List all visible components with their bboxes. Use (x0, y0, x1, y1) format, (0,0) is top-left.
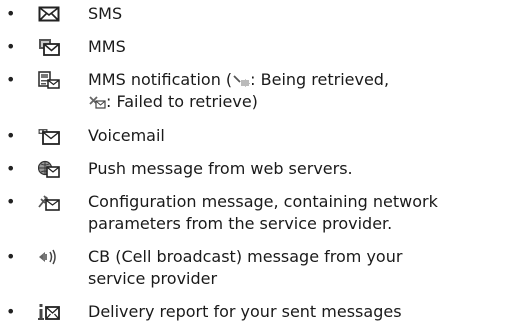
delivery-report-icon (38, 303, 60, 321)
failed-label: : Failed to retrieve) (106, 92, 258, 111)
list-item-cell-broadcast: • CB (Cell broadcast) message from your … (0, 246, 506, 290)
list-item-mms-notification: • MMS notification ( : Being retrieved, :… (0, 69, 506, 113)
list-item-text: Push message from web servers. (88, 159, 353, 178)
list-item-line-2: parameters from the service provider. (88, 214, 393, 233)
list-item-text: SMS (88, 4, 123, 23)
list-item-line-1: Configuration message, containing networ… (88, 192, 438, 211)
failed-retrieve-icon (88, 95, 106, 109)
bullet: • (6, 4, 16, 23)
bullet: • (6, 70, 16, 89)
list-item-sms: • SMS (0, 3, 506, 25)
list-item-configuration-message: • Configuration message, containing netw… (0, 191, 506, 235)
bullet: • (6, 247, 16, 266)
cell-broadcast-icon (38, 248, 60, 266)
list-item-text-before: MMS notification ( (88, 70, 233, 89)
list-item-text: MMS (88, 37, 126, 56)
push-message-icon (38, 160, 60, 178)
bullet: • (6, 126, 16, 145)
bullet: • (6, 159, 16, 178)
sms-envelope-icon (38, 5, 60, 23)
list-item-voicemail: • Voicemail (0, 125, 506, 147)
voicemail-icon (38, 127, 60, 145)
list-item-line-2: service provider (88, 269, 218, 288)
configuration-message-icon (38, 193, 60, 211)
retrieving-label: : Being retrieved, (250, 70, 390, 89)
bullet: • (6, 192, 16, 211)
list-item-push-message: • Push message from web servers. (0, 158, 506, 180)
list-item-line-1: CB (Cell broadcast) message from your (88, 247, 403, 266)
mms-icon (38, 38, 60, 56)
list-item-delivery-report: • Delivery report for your sent messages (0, 301, 506, 323)
retrieving-icon (232, 73, 250, 87)
list-item-mms: • MMS (0, 36, 506, 58)
mms-notification-icon (38, 71, 60, 89)
message-type-list: • SMS • MMS • MMS notification ( : Being … (0, 0, 506, 323)
list-item-text: Voicemail (88, 126, 165, 145)
bullet: • (6, 37, 16, 56)
bullet: • (6, 302, 16, 321)
